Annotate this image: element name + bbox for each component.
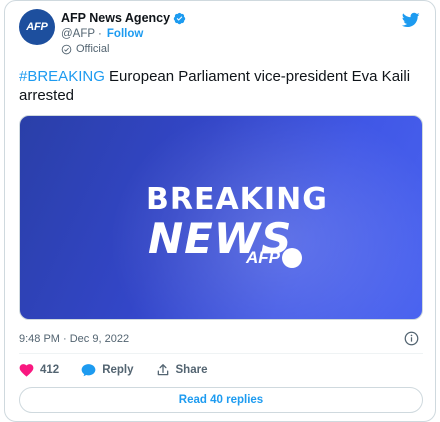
media-logo-dot [282, 248, 302, 268]
avatar[interactable]: AFP [19, 9, 55, 45]
avatar-text: AFP [26, 21, 48, 33]
separator: · [98, 28, 102, 40]
tweet-card: AFP AFP News Agency @AFP · Follow Offici… [4, 0, 436, 422]
media-afp-logo: AFP [246, 248, 302, 268]
official-label-row: Official [61, 43, 109, 55]
tweet-media-image[interactable]: BREAKING NEWS AFP [19, 115, 423, 320]
tweet-text: #BREAKING European Parliament vice-presi… [19, 67, 423, 105]
follow-button[interactable]: Follow [107, 28, 143, 40]
share-icon [157, 364, 168, 376]
official-badge-icon [61, 44, 72, 54]
divider [19, 353, 423, 354]
like-count: 412 [40, 364, 60, 376]
info-icon[interactable] [404, 331, 419, 346]
media-breaking-text: BREAKING [146, 182, 328, 217]
handle-row: @AFP · Follow [61, 28, 143, 40]
author-handle[interactable]: @AFP [61, 28, 95, 40]
read-replies-label: Read 40 replies [178, 394, 264, 406]
verified-badge-icon [173, 12, 186, 24]
action-bar: 412 Reply Share [19, 363, 229, 377]
share-button[interactable]: Share [156, 363, 208, 377]
heart-icon [19, 364, 34, 377]
share-label: Share [175, 364, 208, 376]
author-name-row: AFP News Agency [61, 11, 186, 25]
reply-label: Reply [102, 364, 134, 376]
official-label: Official [76, 43, 110, 55]
reply-button[interactable]: Reply [81, 363, 134, 377]
like-button[interactable]: 412 [19, 363, 59, 377]
hashtag-link[interactable]: #BREAKING [19, 68, 105, 85]
tweet-timestamp[interactable]: 9:48 PM · Dec 9, 2022 [19, 333, 129, 345]
reply-bubble-icon [81, 364, 96, 377]
author-name[interactable]: AFP News Agency [61, 11, 170, 25]
read-replies-button[interactable]: Read 40 replies [19, 387, 423, 413]
twitter-bird-icon[interactable] [401, 11, 421, 29]
media-logo-text: AFP [246, 248, 280, 267]
